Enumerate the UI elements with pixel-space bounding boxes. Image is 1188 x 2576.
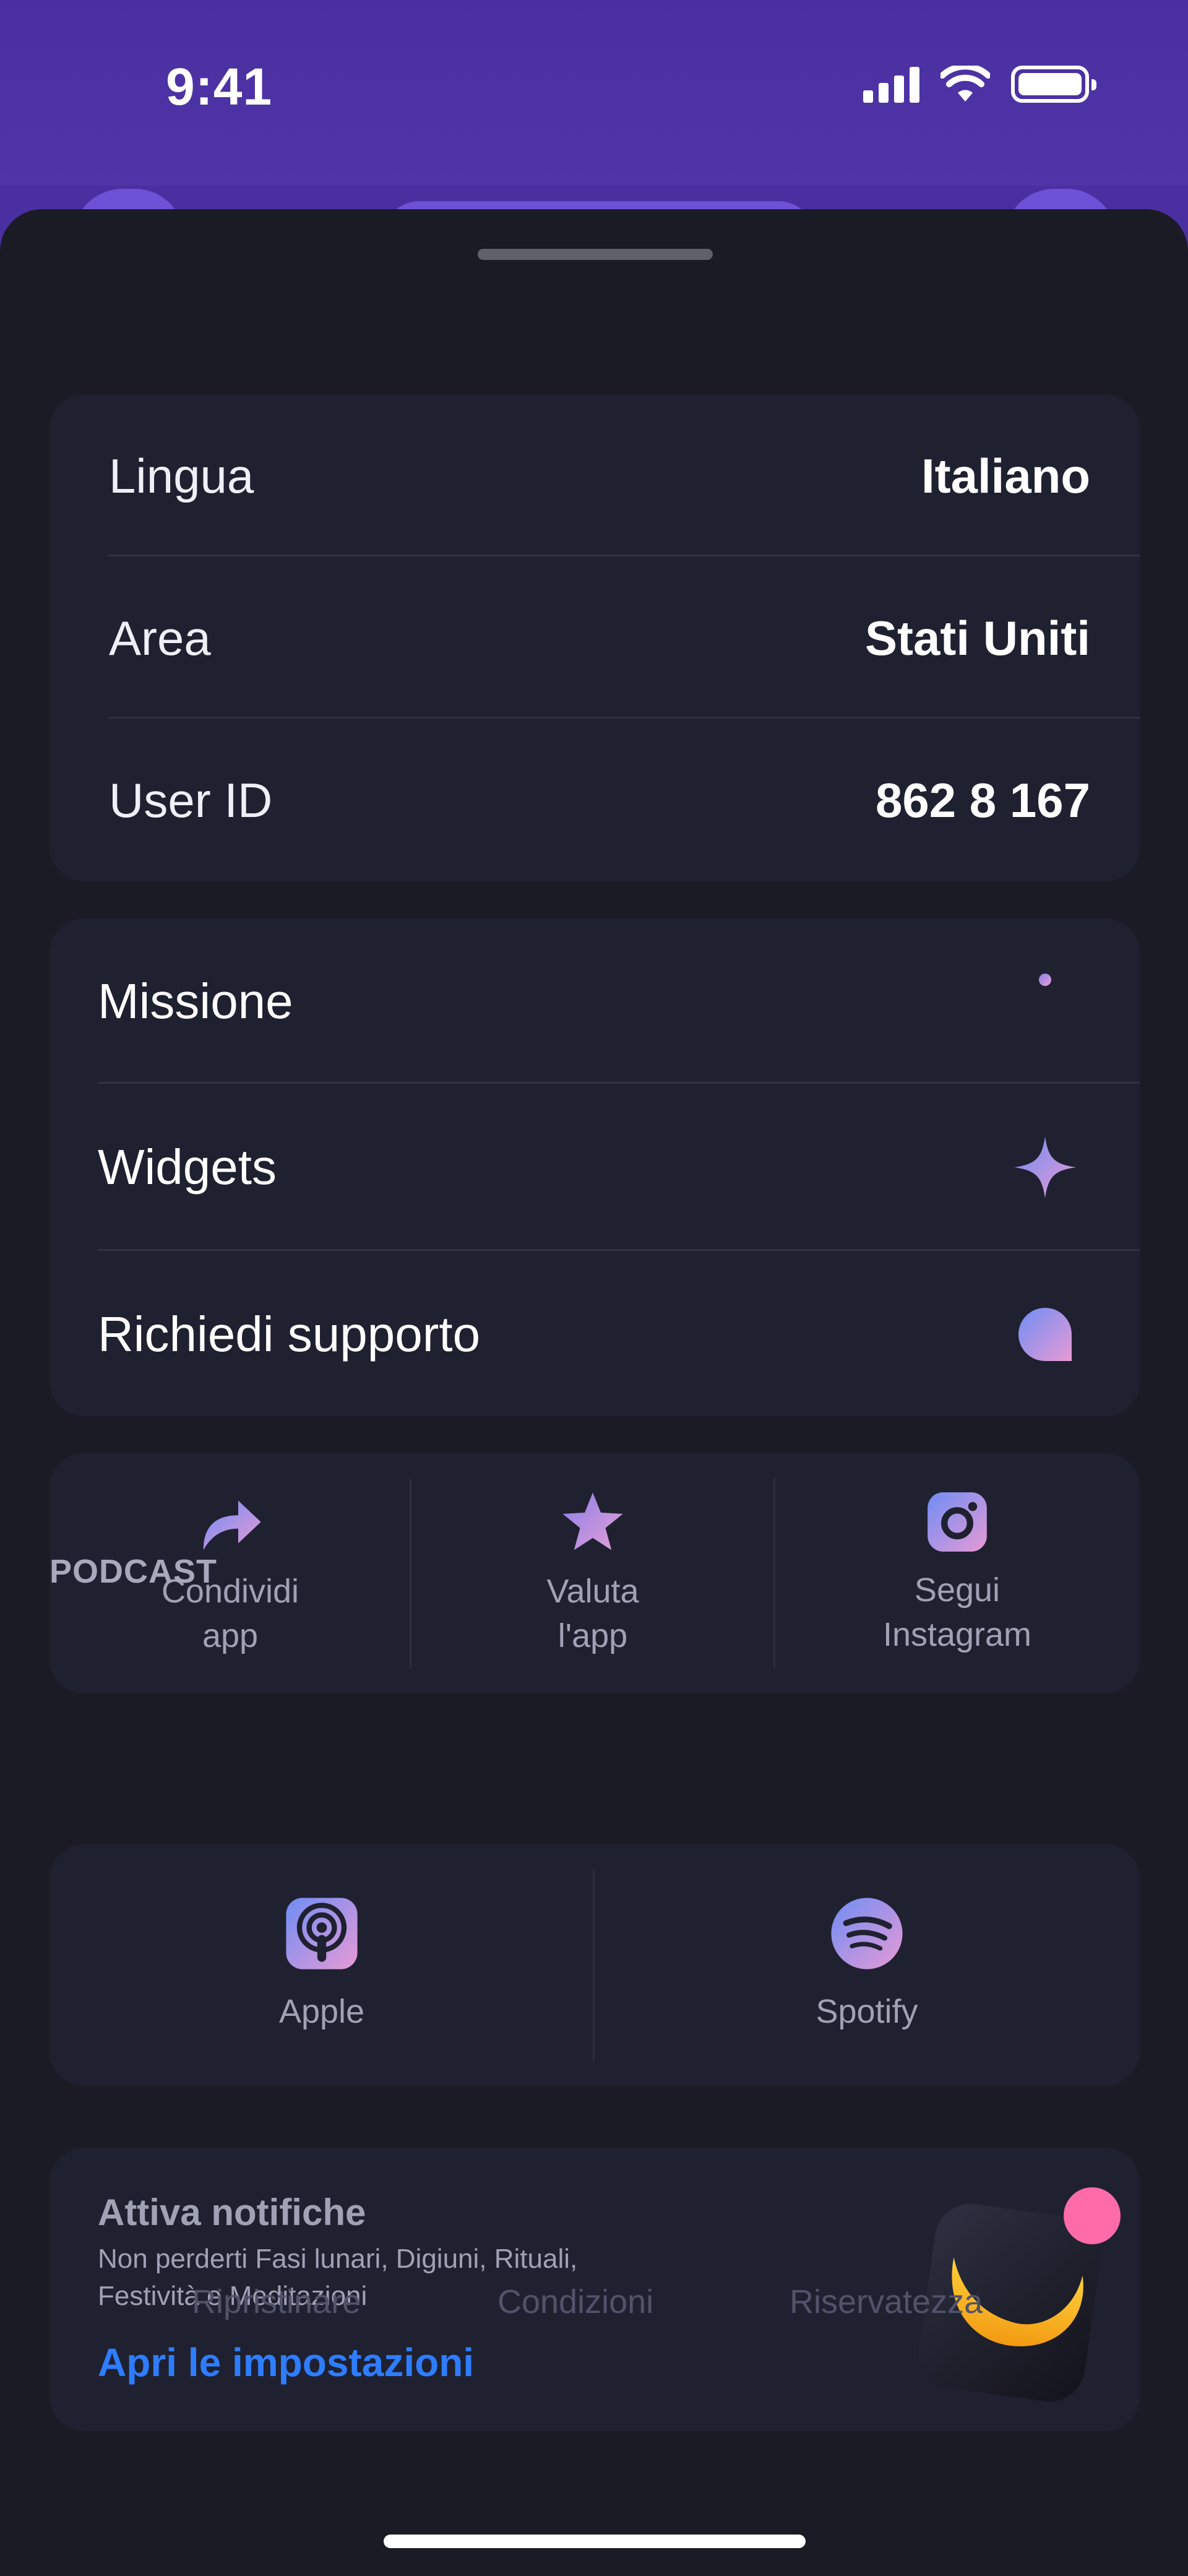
spotify-podcast-label: Spotify (816, 1993, 918, 2030)
menu-card: Missione Widgets Richiedi supporto (50, 918, 1140, 1416)
open-settings-link[interactable]: Apri le impostazioni (98, 2340, 474, 2385)
mission-label: Missione (98, 974, 293, 1029)
battery-icon (1011, 66, 1096, 103)
star-icon (562, 1492, 623, 1550)
status-icons (863, 66, 1096, 103)
instagram-icon (928, 1492, 987, 1552)
apple-podcast-label: Apple (278, 1993, 365, 2030)
cellular-signal-icon (863, 66, 919, 103)
follow-instagram-button[interactable]: Segui Instagram (775, 1453, 1140, 1693)
widgets-row[interactable]: Widgets (98, 1084, 1140, 1250)
rate-app-button[interactable]: Valuta l'app (411, 1453, 775, 1693)
widgets-label: Widgets (98, 1139, 277, 1195)
rate-app-label: Valuta l'app (546, 1573, 639, 1654)
status-bar: 9:41 (0, 0, 1188, 186)
divider (109, 717, 1140, 719)
apple-podcast-button[interactable]: Apple (50, 1844, 594, 2086)
settings-info-card: Lingua Italiano Area Stati Uniti User ID… (50, 395, 1140, 881)
divider (98, 1082, 1140, 1084)
podcast-card: Apple Spotify (50, 1844, 1140, 2086)
mission-row[interactable]: Missione (98, 918, 1140, 1084)
support-label: Richiedi supporto (98, 1307, 481, 1362)
user-id-row[interactable]: User ID 862 8 167 (109, 719, 1140, 881)
podcast-section-label: PODCAST (50, 1553, 218, 1590)
status-time: 9:41 (166, 58, 273, 116)
share-arrow-icon (203, 1500, 261, 1550)
wifi-icon (940, 66, 990, 102)
user-id-label: User ID (109, 772, 273, 828)
sheet-grabber[interactable] (478, 249, 713, 260)
language-row[interactable]: Lingua Italiano (109, 395, 1140, 557)
follow-instagram-label: Segui Instagram (882, 1571, 1032, 1653)
apple-podcasts-icon (286, 1898, 358, 1969)
area-label: Area (109, 610, 211, 665)
user-id-value: 862 8 167 (875, 772, 1090, 828)
privacy-link[interactable]: Riservatezza (790, 2283, 983, 2321)
sparkle-icon (1014, 1136, 1076, 1198)
divider (98, 1249, 1140, 1251)
language-value: Italiano (921, 448, 1090, 503)
restore-link[interactable]: Ripristinare (192, 2283, 361, 2321)
crescent-moon-icon (1017, 974, 1073, 1022)
support-row[interactable]: Richiedi supporto (98, 1251, 1140, 1416)
divider (109, 555, 1140, 556)
area-row[interactable]: Area Stati Uniti (109, 557, 1140, 719)
home-indicator[interactable] (384, 2535, 806, 2548)
app-screen: 9:41 Lingua Italiano Area Stati Uniti Us… (0, 0, 1188, 2576)
spotify-podcast-button[interactable]: Spotify (594, 1844, 1140, 2086)
terms-link[interactable]: Condizioni (497, 2283, 653, 2321)
language-label: Lingua (109, 448, 254, 503)
spotify-icon (831, 1898, 903, 1969)
area-value: Stati Uniti (865, 610, 1090, 665)
chat-bubble-icon (1018, 1308, 1072, 1361)
notifications-title: Attiva notifiche (98, 2192, 366, 2233)
